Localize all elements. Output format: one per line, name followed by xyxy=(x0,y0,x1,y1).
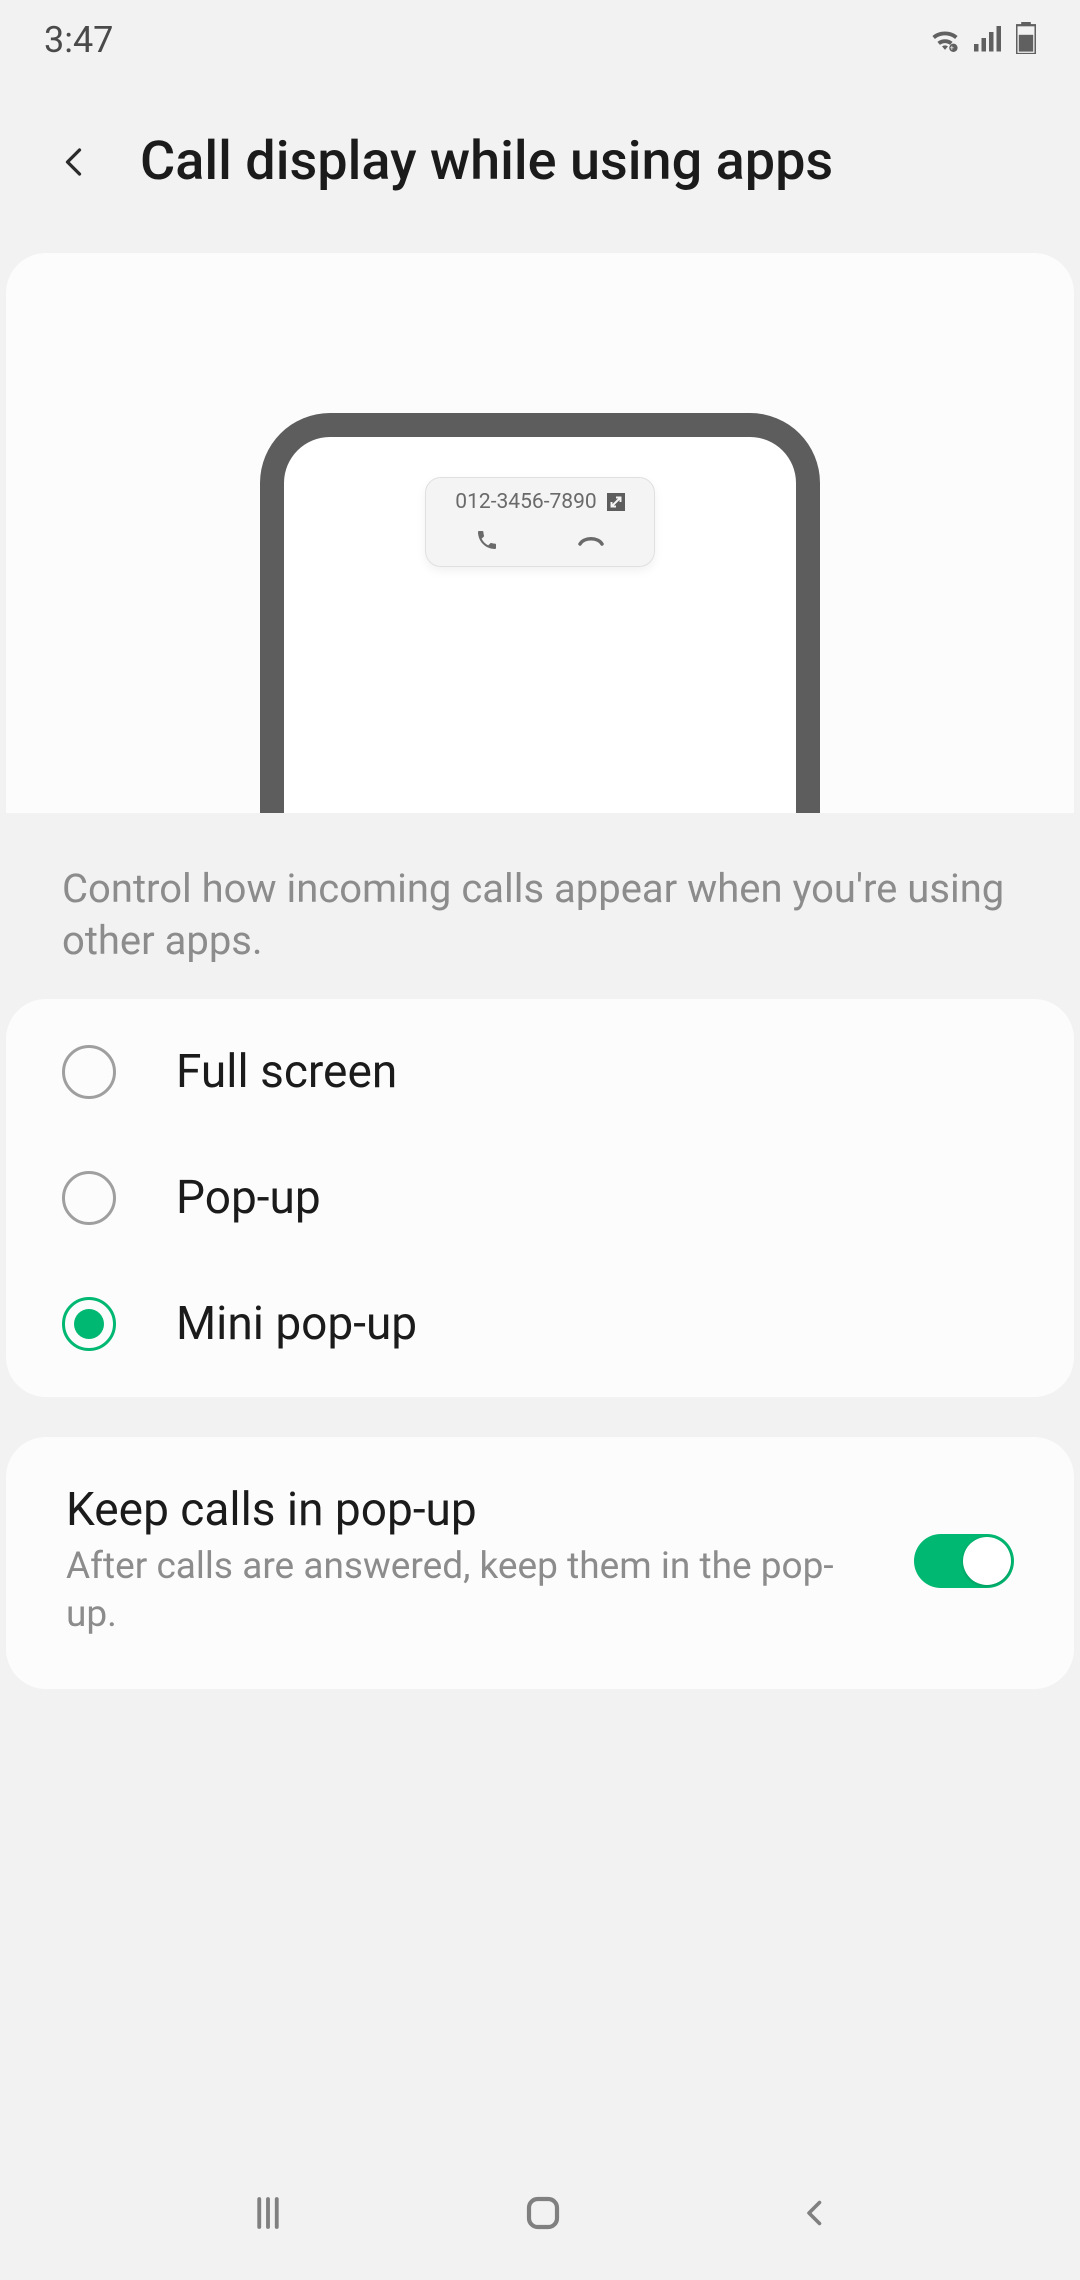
option-full-screen[interactable]: Full screen xyxy=(6,1009,1074,1135)
preview-phone-number: 012-3456-7890 xyxy=(455,490,596,514)
battery-icon xyxy=(1016,22,1036,58)
phone-mock-illustration: 012-3456-7890 xyxy=(260,413,820,813)
status-time: 3:47 xyxy=(44,19,113,61)
answer-icon xyxy=(475,528,499,556)
section-description: Control how incoming calls appear when y… xyxy=(0,813,1080,995)
keep-calls-in-popup-row[interactable]: Keep calls in pop-up After calls are ans… xyxy=(6,1437,1074,1689)
toggle-title: Keep calls in pop-up xyxy=(66,1483,874,1537)
mini-popup-illustration: 012-3456-7890 xyxy=(425,477,655,567)
decline-icon xyxy=(576,528,606,556)
display-options-group: Full screen Pop-up Mini pop-up xyxy=(6,999,1074,1397)
toggle-subtitle: After calls are answered, keep them in t… xyxy=(66,1543,874,1639)
option-label: Full screen xyxy=(176,1045,397,1099)
recents-button[interactable] xyxy=(247,2192,289,2238)
radio-icon xyxy=(62,1045,116,1099)
option-pop-up[interactable]: Pop-up xyxy=(6,1135,1074,1261)
expand-icon xyxy=(607,493,625,511)
option-mini-pop-up[interactable]: Mini pop-up xyxy=(6,1261,1074,1387)
option-label: Pop-up xyxy=(176,1171,321,1225)
page-title: Call display while using apps xyxy=(140,130,833,193)
status-icons: + xyxy=(928,22,1036,58)
radio-icon xyxy=(62,1171,116,1225)
status-bar: 3:47 + xyxy=(0,0,1080,80)
svg-text:+: + xyxy=(950,45,954,52)
header: Call display while using apps xyxy=(0,80,1080,253)
toggle-switch[interactable] xyxy=(914,1534,1014,1588)
system-nav-bar xyxy=(0,2150,1080,2280)
home-button[interactable] xyxy=(522,2192,564,2238)
signal-icon xyxy=(974,24,1004,56)
radio-icon-selected xyxy=(62,1297,116,1351)
preview-card: 012-3456-7890 xyxy=(6,253,1074,813)
back-button[interactable] xyxy=(50,137,100,187)
option-label: Mini pop-up xyxy=(176,1297,417,1351)
wifi-icon: + xyxy=(928,24,962,56)
back-nav-button[interactable] xyxy=(797,2192,833,2238)
chevron-left-icon xyxy=(57,144,93,180)
